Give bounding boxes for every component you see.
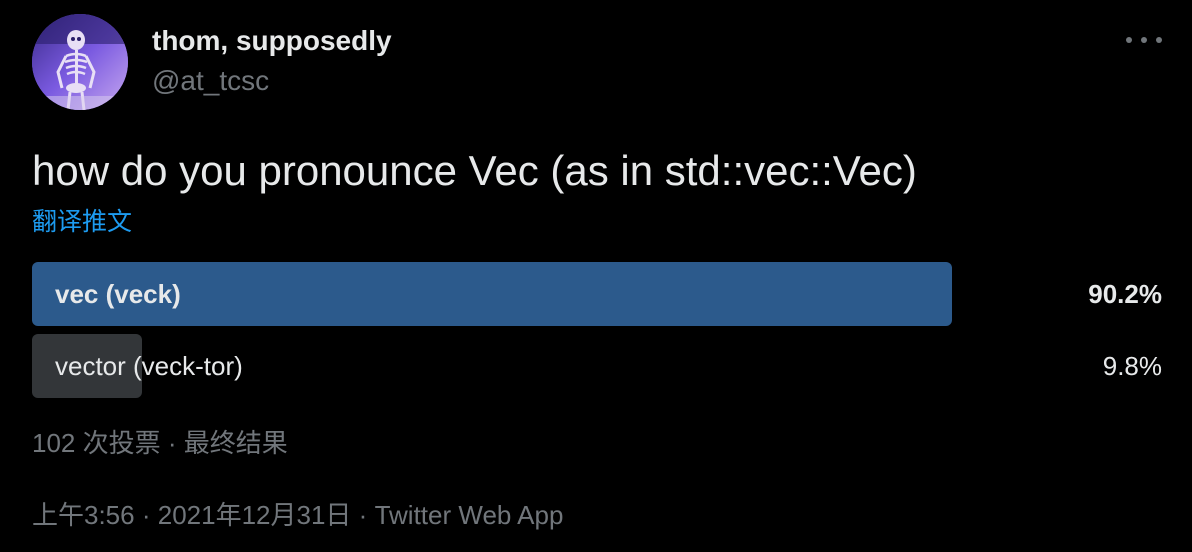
poll-option-label: vec (veck)	[55, 279, 181, 309]
separator: ·	[141, 500, 151, 530]
tweet-time[interactable]: 上午3:56	[32, 500, 135, 530]
poll-option: vector (veck-tor) 9.8%	[32, 334, 1162, 398]
tweet-text: how do you pronounce Vec (as in std::vec…	[32, 147, 917, 194]
separator: ·	[167, 428, 177, 458]
poll-option: vec (veck) 90.2%	[32, 262, 1162, 326]
more-options-button[interactable]	[1126, 28, 1162, 52]
author-display-name[interactable]: thom, supposedly	[152, 24, 392, 58]
poll-vote-count: 102 次投票	[32, 428, 161, 458]
poll-summary: 102 次投票 · 最终结果	[32, 426, 288, 460]
translate-tweet-link[interactable]: 翻译推文	[32, 206, 132, 238]
more-dot	[1141, 37, 1147, 43]
more-horizontal-icon	[1126, 37, 1132, 43]
tweet-metadata: 上午3:56 · 2021年12月31日 · Twitter Web App	[32, 498, 563, 532]
skeleton-avatar-icon	[32, 14, 128, 110]
tweet-date[interactable]: 2021年12月31日	[158, 500, 352, 530]
poll-status: 最终结果	[183, 428, 288, 458]
author-handle[interactable]: @at_tcsc	[152, 64, 269, 98]
poll-option-percent: 90.2%	[1088, 279, 1162, 309]
more-dot	[1156, 37, 1162, 43]
tweet-source[interactable]: Twitter Web App	[375, 500, 564, 530]
separator: ·	[358, 500, 368, 530]
poll-option-label: vector (veck-tor)	[55, 351, 243, 381]
author-avatar[interactable]	[32, 14, 128, 110]
poll-option-percent: 9.8%	[1102, 351, 1162, 381]
